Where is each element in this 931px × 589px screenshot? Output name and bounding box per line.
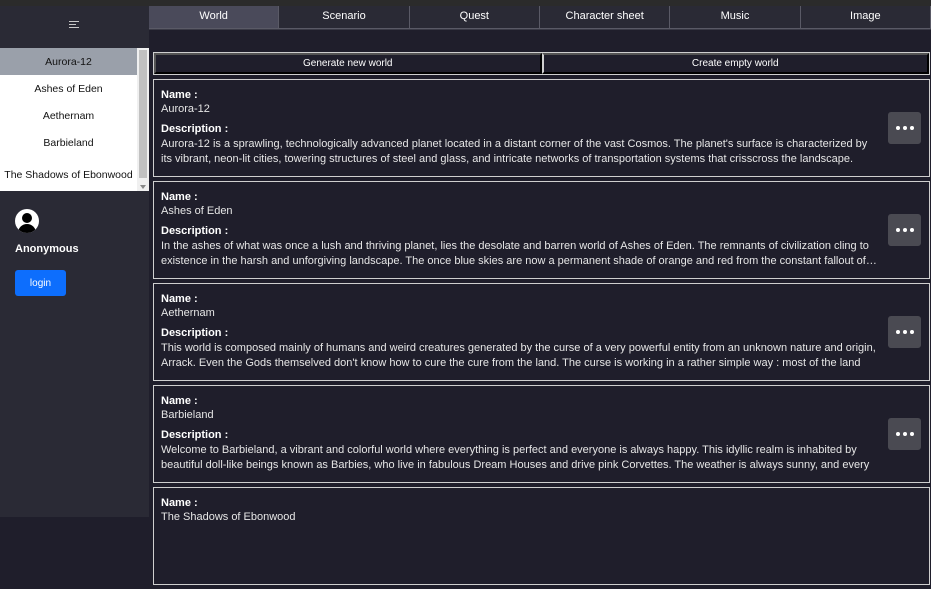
description-label: Description : — [161, 225, 229, 237]
world-list[interactable]: Aurora-12 Ashes of Eden Aethernam Barbie… — [0, 48, 137, 191]
world-list-item[interactable]: The Shadows of Ebonwood — [0, 156, 137, 191]
scrollbar-thumb[interactable] — [139, 50, 147, 178]
name-label: Name : — [161, 497, 198, 509]
more-options-icon[interactable] — [888, 214, 921, 246]
world-card[interactable]: Name : The Shadows of Ebonwood — [153, 487, 930, 585]
world-name: Ashes of Eden — [161, 205, 233, 217]
world-name: The Shadows of Ebonwood — [161, 511, 296, 523]
world-card[interactable]: Name : Ashes of Eden Description : In th… — [153, 181, 930, 279]
scroll-down-arrow-icon[interactable] — [140, 185, 146, 189]
username: Anonymous — [15, 243, 79, 255]
world-card[interactable]: Name : Barbieland Description : Welcome … — [153, 385, 930, 483]
description-label: Description : — [161, 123, 229, 135]
generate-world-button[interactable]: Generate new world — [154, 53, 542, 74]
name-label: Name : — [161, 89, 198, 101]
more-options-icon[interactable] — [888, 418, 921, 450]
tab-bar: World Scenario Quest Character sheet Mus… — [149, 6, 931, 29]
world-name: Aurora-12 — [161, 103, 210, 115]
tab-world[interactable]: World — [149, 6, 280, 29]
more-options-icon[interactable] — [888, 112, 921, 144]
description-label: Description : — [161, 327, 229, 339]
menu-icon[interactable] — [69, 21, 79, 30]
world-description: Welcome to Barbieland, a vibrant and col… — [161, 444, 870, 471]
user-avatar-icon — [15, 209, 39, 233]
more-options-icon[interactable] — [888, 316, 921, 348]
world-description: In the ashes of what was once a lush and… — [161, 240, 877, 267]
create-empty-world-button[interactable]: Create empty world — [541, 53, 929, 74]
world-actions: Generate new world Create empty world — [153, 52, 930, 75]
description-label: Description : — [161, 429, 229, 441]
world-cards: Name : Aurora-12 Description : Aurora-12… — [153, 79, 930, 589]
world-description: Aurora-12 is a sprawling, technologicall… — [161, 138, 868, 165]
world-description: This world is composed mainly of humans … — [161, 342, 876, 369]
world-name: Aethernam — [161, 307, 215, 319]
sidebar: Aurora-12 Ashes of Eden Aethernam Barbie… — [0, 6, 149, 517]
world-list-item[interactable]: Ashes of Eden — [0, 75, 137, 102]
world-list-item[interactable]: Aurora-12 — [0, 48, 137, 75]
name-label: Name : — [161, 395, 198, 407]
tab-scenario[interactable]: Scenario — [279, 6, 410, 29]
world-card[interactable]: Name : Aethernam Description : This worl… — [153, 283, 930, 381]
world-list-item[interactable]: Barbieland — [0, 129, 137, 156]
tab-music[interactable]: Music — [670, 6, 801, 29]
world-card[interactable]: Name : Aurora-12 Description : Aurora-12… — [153, 79, 930, 177]
divider — [149, 29, 931, 30]
tab-quest[interactable]: Quest — [409, 6, 540, 29]
name-label: Name : — [161, 293, 198, 305]
world-list-item[interactable]: Aethernam — [0, 102, 137, 129]
tab-image[interactable]: Image — [800, 6, 931, 29]
world-list-scrollbar[interactable] — [137, 48, 149, 191]
name-label: Name : — [161, 191, 198, 203]
world-name: Barbieland — [161, 409, 214, 421]
tab-character-sheet[interactable]: Character sheet — [539, 6, 671, 29]
login-button[interactable]: login — [15, 270, 66, 296]
